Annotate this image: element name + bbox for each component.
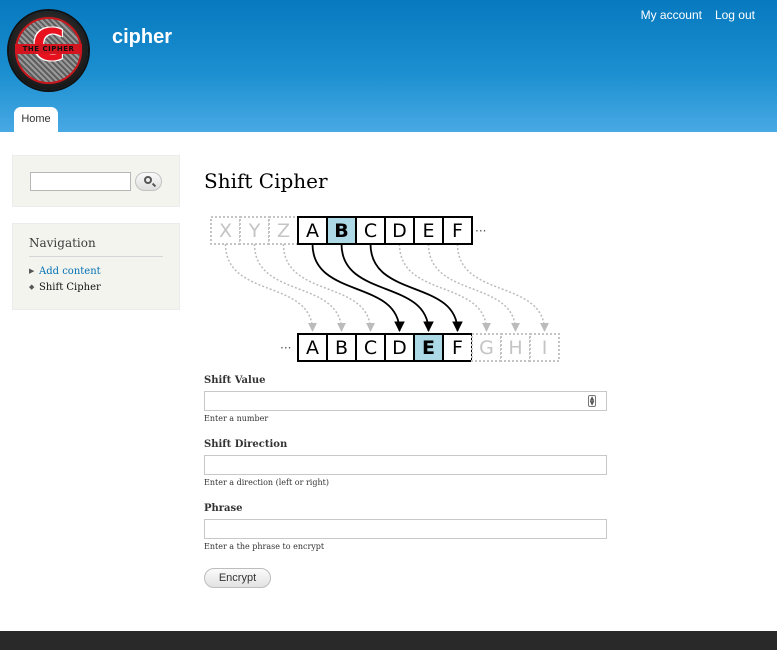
cipher-letter: D xyxy=(392,337,407,359)
bullet-icon: ◆ xyxy=(29,283,35,291)
site-footer xyxy=(0,631,777,650)
nav-item-label[interactable]: Add content xyxy=(39,266,101,277)
cipher-letter: C xyxy=(364,337,377,359)
phrase-label: Phrase xyxy=(204,503,243,514)
nav-item-shift-cipher[interactable]: ◆ Shift Cipher xyxy=(29,282,101,293)
navigation-block: Navigation ▶ Add content ◆ Shift Cipher xyxy=(12,223,180,310)
search-block xyxy=(12,155,180,207)
cipher-letter: F xyxy=(452,220,463,242)
secondary-menu: My account Log out xyxy=(641,8,755,22)
shift-arrow xyxy=(224,243,317,332)
navigation-title: Navigation xyxy=(29,236,163,257)
shift-arrows xyxy=(224,243,549,333)
site-header: C THE CIPHER cipher My account Log out H… xyxy=(0,0,777,132)
cipher-letter: A xyxy=(306,220,319,242)
cipher-letter: F xyxy=(452,337,463,359)
cipher-letter: H xyxy=(508,337,522,359)
shift-value-description: Enter a number xyxy=(204,414,269,423)
shift-cipher-diagram: X Y Z A B C D E F ··· A B C D E F G H I··· xyxy=(210,216,560,362)
shift-value-input[interactable]: ▲ ▼ xyxy=(204,391,607,411)
site-name[interactable]: cipher xyxy=(112,26,172,49)
log-out-link[interactable]: Log out xyxy=(715,8,755,22)
ciphertext-row: A B C D E F G H I ··· xyxy=(280,333,560,362)
encrypt-button[interactable]: Encrypt xyxy=(204,568,271,588)
my-account-link[interactable]: My account xyxy=(641,8,702,22)
search-icon xyxy=(144,176,152,184)
bullet-icon: ▶ xyxy=(29,267,35,275)
ellipsis: ··· xyxy=(475,224,486,238)
shift-direction-input[interactable] xyxy=(204,455,607,475)
cipher-letter: E xyxy=(422,337,435,359)
cipher-letter: I xyxy=(542,337,548,359)
tab-home[interactable]: Home xyxy=(14,107,58,132)
cipher-letter: C xyxy=(364,220,377,242)
cipher-letter: Y xyxy=(248,220,261,242)
search-button[interactable] xyxy=(135,172,162,191)
cipher-letter: G xyxy=(479,337,494,359)
site-logo[interactable]: C THE CIPHER xyxy=(9,11,88,90)
cipher-letter: E xyxy=(422,220,434,242)
cipher-letter: B xyxy=(334,220,348,242)
shift-direction-description: Enter a direction (left or right) xyxy=(204,478,329,487)
number-spinner-icon[interactable]: ▲ ▼ xyxy=(588,395,596,407)
phrase-input[interactable] xyxy=(204,519,607,539)
cipher-letter: X xyxy=(219,220,232,242)
ellipsis: ··· xyxy=(280,341,291,355)
cipher-letter: D xyxy=(392,220,407,242)
shift-value-label: Shift Value xyxy=(204,375,266,386)
plaintext-row: X Y Z A B C D E F ··· xyxy=(210,216,486,245)
shift-direction-label: Shift Direction xyxy=(204,439,288,450)
nav-item-add-content[interactable]: ▶ Add content xyxy=(29,266,101,277)
search-input[interactable] xyxy=(30,172,131,191)
phrase-description: Enter a the phrase to encrypt xyxy=(204,542,325,551)
nav-item-label: Shift Cipher xyxy=(39,282,101,293)
cipher-letter: Z xyxy=(277,220,290,242)
cipher-letter: A xyxy=(306,337,319,359)
page-title: Shift Cipher xyxy=(204,169,328,193)
logo-band: THE CIPHER xyxy=(15,44,82,54)
cipher-letter: B xyxy=(335,337,348,359)
